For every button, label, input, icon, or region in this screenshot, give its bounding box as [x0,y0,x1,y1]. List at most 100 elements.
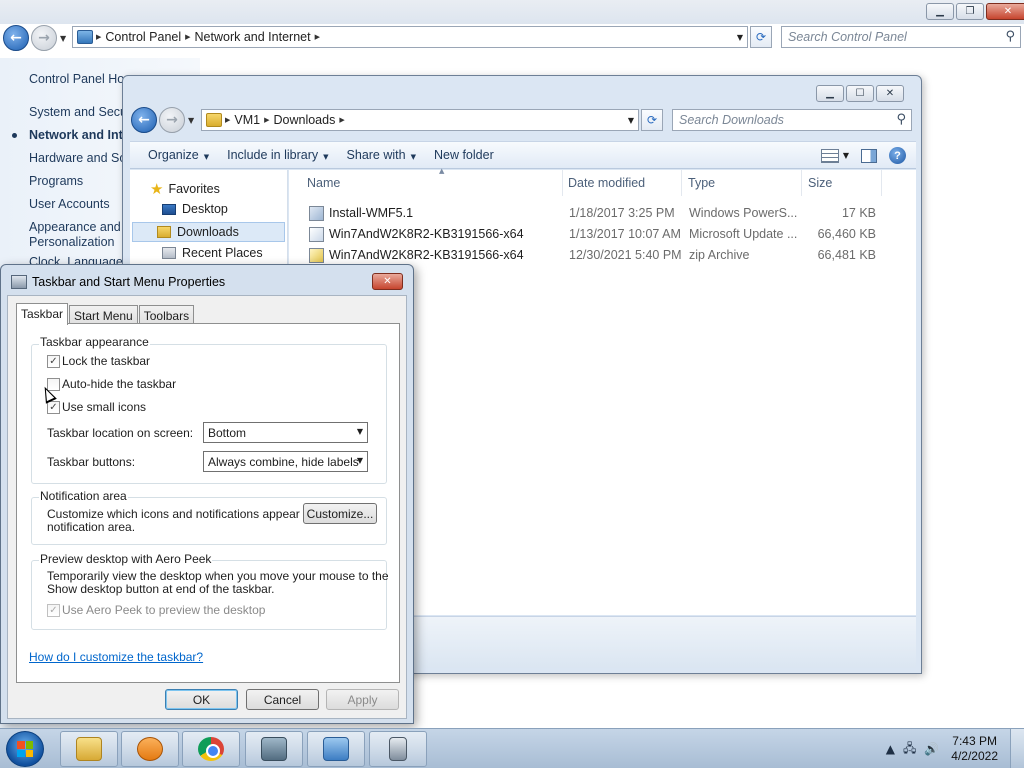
msu-file-icon [309,227,324,242]
show-hidden-icons-icon[interactable]: ▲ [886,742,895,756]
taskbar-system-monitor-button[interactable] [245,731,303,767]
taskbar-location-label: Taskbar location on screen: [47,426,194,440]
back-button[interactable]: ← [3,25,29,51]
share-with-menu[interactable]: Share with ▼ [347,148,416,162]
downloads-folder-icon [206,113,222,127]
volume-icon[interactable]: 🔊 [924,742,939,756]
explorer-address-bar[interactable]: ▶ VM1 ▶ Downloads ▶ ▼ [201,109,639,131]
breadcrumb-separator: ▶ [185,33,191,41]
taskbar-explorer-button[interactable] [60,731,118,767]
close-button[interactable]: ✕ [986,3,1024,20]
nav-user-accounts[interactable]: User Accounts [29,197,110,211]
new-folder-button[interactable]: New folder [434,148,494,162]
dialog-close-button[interactable]: ✕ [372,273,403,290]
explorer-caption-buttons: ▁ ☐ ✕ [816,85,904,102]
column-header-size[interactable]: Size [802,170,882,196]
clock-time: 7:43 PM [952,734,997,748]
explorer-nav-buttons: ← → ▼ [131,107,194,133]
taskbar-chrome-button[interactable] [182,731,240,767]
breadcrumb-separator: ▶ [264,116,270,124]
taskbar-control-panel-button[interactable] [307,731,365,767]
lock-taskbar-checkbox[interactable]: ✓ Lock the taskbar [47,354,150,368]
maximize-button[interactable]: ☐ [846,85,874,102]
nav-favorites[interactable]: ★ Favorites [150,180,220,198]
file-name: Win7AndW2K8R2-KB3191566-x64 [329,248,524,262]
address-dropdown-icon[interactable]: ▼ [737,33,743,42]
refresh-button[interactable]: ⟳ [641,109,663,131]
forward-button[interactable]: → [159,107,185,133]
file-size: 66,460 KB [817,227,876,241]
taskbar-media-player-button[interactable] [121,731,179,767]
search-icon[interactable]: ⚲ [1005,29,1015,44]
nav-system-security[interactable]: System and Secur [29,105,131,119]
breadcrumb-control-panel[interactable]: Control Panel [105,30,181,44]
taskbar-buttons-select[interactable]: Always combine, hide labels ▼ [203,451,368,472]
search-placeholder: Search Downloads [679,113,784,127]
tab-start-menu[interactable]: Start Menu [69,305,138,324]
control-panel-address-bar[interactable]: ▶ Control Panel ▶ Network and Internet ▶… [72,26,748,48]
network-icon[interactable]: 🖧 [903,739,916,760]
nav-downloads[interactable]: Downloads [132,222,285,242]
cancel-button[interactable]: Cancel [246,689,319,710]
minimize-button[interactable]: ▁ [926,3,954,20]
tab-toolbars[interactable]: Toolbars [138,305,195,324]
change-view-icon[interactable] [820,148,839,163]
forward-button[interactable]: → [31,25,57,51]
help-customize-link[interactable]: How do I customize the taskbar? [29,650,203,664]
minimize-button[interactable]: ▁ [816,85,844,102]
explorer-search-input[interactable]: Search Downloads ⚲ [672,109,912,131]
auto-hide-checkbox[interactable]: Auto-hide the taskbar [47,377,176,391]
nav-desktop[interactable]: Desktop [162,202,228,216]
search-icon[interactable]: ⚲ [896,112,906,127]
small-icons-checkbox[interactable]: ✓ Use small icons [47,400,146,414]
nav-appearance[interactable]: Appearance and [29,220,121,234]
nav-control-panel-home[interactable]: Control Panel Hor [29,72,128,86]
nav-network-internet[interactable]: Network and Inte [29,128,130,142]
start-button[interactable] [6,731,44,767]
address-dropdown-icon[interactable]: ▼ [628,116,634,125]
column-header-type[interactable]: Type [682,170,802,196]
file-row[interactable]: Install-WMF5.1 1/18/2017 3:25 PM Windows… [289,203,916,224]
apply-button[interactable]: Apply [326,689,399,710]
organize-menu[interactable]: Organize ▼ [148,148,209,162]
file-row[interactable]: Win7AndW2K8R2-KB3191566-x64 12/30/2021 5… [289,245,916,266]
nav-recent-places[interactable]: Recent Places [162,246,263,260]
nav-programs[interactable]: Programs [29,174,83,188]
recent-pages-dropdown[interactable]: ▼ [60,34,66,43]
customize-button[interactable]: Customize... [303,503,377,524]
help-icon[interactable]: ? [889,147,906,164]
clock-date: 4/2/2022 [951,749,998,763]
windows-explorer-icon [76,737,102,761]
file-row[interactable]: Win7AndW2K8R2-KB3191566-x64 1/13/2017 10… [289,224,916,245]
taskbar-location-select[interactable]: Bottom ▼ [203,422,368,443]
refresh-button[interactable]: ⟳ [750,26,772,48]
recent-pages-dropdown[interactable]: ▼ [188,116,194,125]
control-panel-icon [77,30,93,44]
system-clock[interactable]: 7:43 PM 4/2/2022 [951,734,998,764]
control-panel-search-input[interactable]: Search Control Panel ⚲ [781,26,1021,48]
dialog-title-text: Taskbar and Start Menu Properties [32,275,226,289]
include-in-library-menu[interactable]: Include in library ▼ [227,148,328,162]
tab-taskbar[interactable]: Taskbar [16,303,69,325]
show-desktop-button[interactable] [1010,729,1024,768]
aero-peek-checkbox[interactable]: ✓ Use Aero Peek to preview the desktop [47,603,265,617]
restore-button[interactable]: ❐ [956,3,984,20]
back-button[interactable]: ← [131,107,157,133]
control-panel-caption-buttons: ▁ ❐ ✕ [926,3,1024,20]
preview-pane-icon[interactable] [861,148,877,163]
column-header-name[interactable]: ▲ Name [301,167,563,196]
close-button[interactable]: ✕ [876,85,904,102]
view-dropdown-icon[interactable]: ▼ [843,151,849,160]
ok-button[interactable]: OK [165,689,238,710]
breadcrumb-vm1[interactable]: VM1 [234,113,260,127]
taskbar-properties-button[interactable] [369,731,427,767]
breadcrumb-network-internet[interactable]: Network and Internet [195,30,311,44]
taskbar-buttons-label: Taskbar buttons: [47,455,136,469]
nav-personalization[interactable]: Personalization [29,235,114,249]
nav-hardware-sound[interactable]: Hardware and Sou [29,151,133,165]
breadcrumb-downloads[interactable]: Downloads [273,113,335,127]
taskbar-properties-icon [11,275,27,289]
column-header-date[interactable]: Date modified [562,170,682,196]
taskbar-buttons-value: Always combine, hide labels [208,455,359,469]
dialog-title: Taskbar and Start Menu Properties [11,275,225,289]
